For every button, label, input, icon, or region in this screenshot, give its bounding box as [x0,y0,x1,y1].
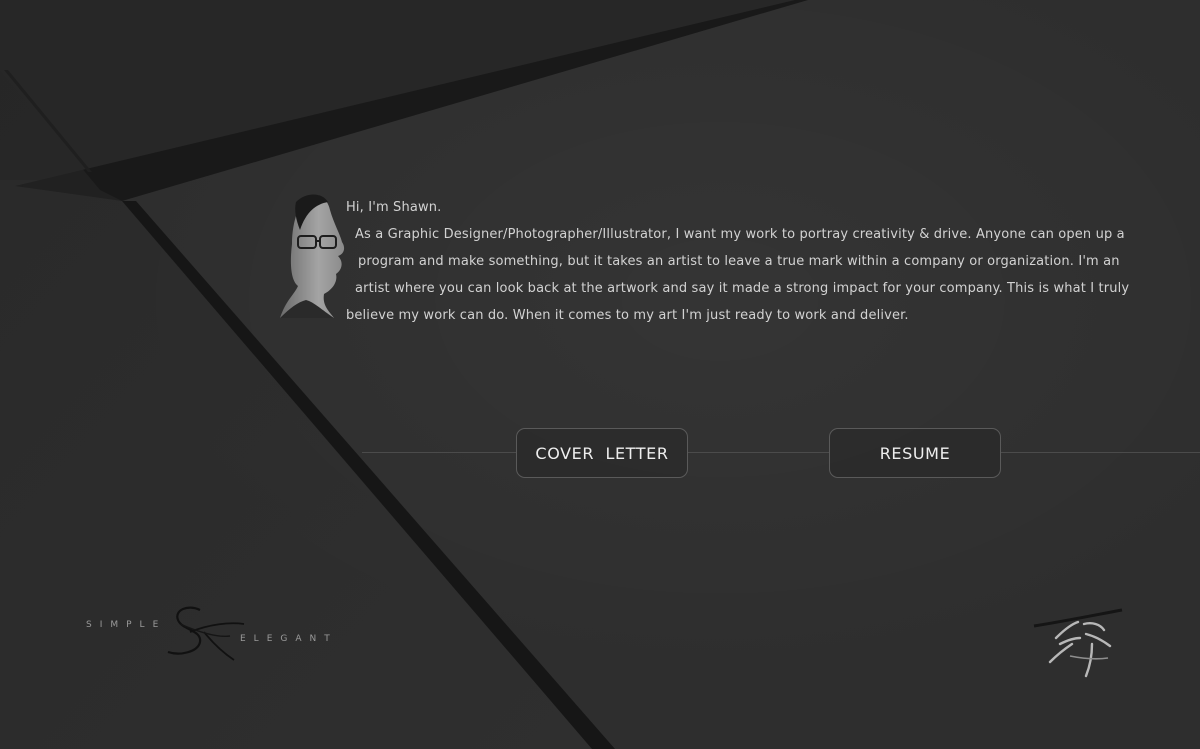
divider-middle [688,452,829,453]
page-background: Hi, I'm Shawn. As a Graphic Designer/Pho… [0,0,1200,749]
intro-text: Hi, I'm Shawn. As a Graphic Designer/Pho… [346,194,1136,329]
signature-mark-icon [1033,608,1123,678]
divider-right [1001,452,1200,453]
divider-left [362,452,516,453]
upper-left-panel [0,0,800,180]
logo-word-elegant: ELEGANT [240,634,338,644]
intro-line-4: believe my work can do. When it comes to… [346,308,909,323]
logo-word-simple: SIMPLE [86,620,167,630]
simple-elegant-logo: SIMPLE ELEGANT [84,604,334,664]
resume-button[interactable]: RESUME [829,428,1001,478]
intro-line-1: As a Graphic Designer/Photographer/Illus… [355,227,1125,242]
intro-line-3: artist where you can look back at the ar… [355,281,1130,296]
greeting: Hi, I'm Shawn. [346,200,442,215]
cover-letter-button[interactable]: COVER LETTER [516,428,688,478]
intro-line-2: program and make something, but it takes… [358,254,1120,269]
logo-monogram-icon [167,606,245,661]
portrait-photo [280,194,345,318]
